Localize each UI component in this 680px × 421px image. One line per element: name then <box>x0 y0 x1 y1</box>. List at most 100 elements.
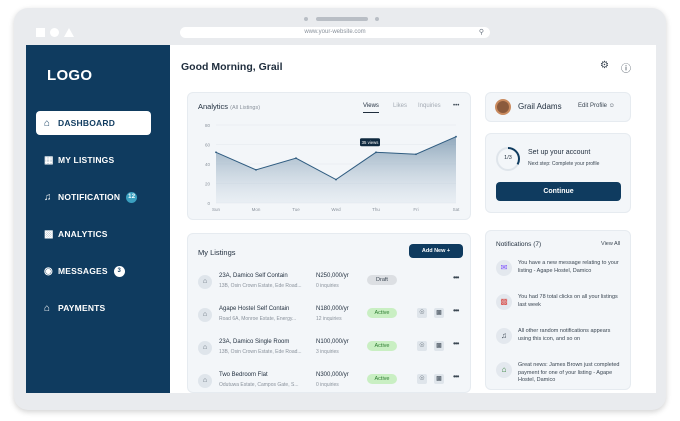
sidebar-item-my-listings[interactable]: ▦ MY LISTINGS <box>36 148 151 172</box>
notification-text: You had 78 total clicks on all your list… <box>518 294 618 308</box>
stats-icon[interactable]: ▩ <box>434 341 444 351</box>
url-text: www.your-website.com <box>304 29 366 35</box>
logo[interactable]: LOGO <box>47 67 92 84</box>
address-bar[interactable]: www.your-website.com ⚲ <box>180 27 490 38</box>
setup-progress-text: 1/3 <box>504 155 512 161</box>
help-icon[interactable]: ⓘ <box>621 60 631 75</box>
sidebar-item-label: NOTIFICATION <box>58 192 121 202</box>
table-row[interactable]: ⌂ 23A, Damico Self Contain 13B, Osin Cro… <box>198 270 463 298</box>
listing-name: 23A, Damico Single Room <box>219 339 290 345</box>
bank-icon: ⌂ <box>44 302 51 314</box>
status-badge: Active <box>367 308 397 318</box>
window-square-icon[interactable] <box>36 28 45 37</box>
sidebar-item-label: DASHBOARD <box>58 118 116 128</box>
my-listings-title: My Listings <box>198 248 236 257</box>
search-icon[interactable]: ⚲ <box>479 27 484 38</box>
avatar[interactable] <box>495 99 511 115</box>
x-tick-label: Wed <box>331 207 341 212</box>
table-row[interactable]: ⌂ Two Bedroom Flat Odutuwa Estate, Campo… <box>198 369 463 393</box>
listing-inquiries: 3 inquiries <box>316 349 339 355</box>
messages-count-badge: 3 <box>113 265 125 277</box>
status-badge: Active <box>367 341 397 351</box>
listing-name: 23A, Damico Self Contain <box>219 273 288 279</box>
tab-inquiries[interactable]: Inquiries <box>418 103 441 109</box>
chat-icon: ◉ <box>44 265 53 277</box>
listing-inquiries: 12 inquiries <box>316 316 342 322</box>
listing-price: N180,000/yr <box>316 306 349 312</box>
list-item[interactable]: ♫ All other random notifications appears… <box>496 326 621 360</box>
analytics-card: Analytics (All Listings) Views Likes Inq… <box>187 92 471 220</box>
status-badge: Draft <box>367 275 397 285</box>
listing-price: N300,000/yr <box>316 372 349 378</box>
notifications-title: Notifications (7) <box>496 241 542 248</box>
sidebar-item-dashboard[interactable]: ⌂ DASHBOARD <box>36 111 151 135</box>
data-point <box>255 168 257 171</box>
row-more-button[interactable]: ••• <box>453 372 459 381</box>
speaker-pill <box>316 17 368 21</box>
eye-icon[interactable]: ☉ <box>417 374 427 384</box>
notifications-card: Notifications (7) View All ✉ You have a … <box>485 230 631 390</box>
row-more-button[interactable]: ••• <box>453 273 459 282</box>
analytics-more-button[interactable]: ••• <box>453 103 459 109</box>
view-all-link[interactable]: View All <box>601 241 620 247</box>
bar-chart-icon: ▩ <box>44 228 54 240</box>
user-icon: ☺ <box>608 103 615 109</box>
list-item[interactable]: ✉ You have a new message relating to you… <box>496 258 621 292</box>
table-row[interactable]: ⌂ 23A, Damico Single Room 13B, Osin Crow… <box>198 336 463 364</box>
edit-profile-label: Edit Profile <box>578 103 608 109</box>
eye-icon[interactable]: ☉ <box>417 308 427 318</box>
house-icon: ⌂ <box>198 374 212 388</box>
data-point <box>295 157 297 160</box>
camera-dot <box>304 17 308 21</box>
notification-text: Great news: James Brown just completed p… <box>518 362 620 383</box>
listing-inquiries: 0 inquiries <box>316 283 339 289</box>
row-more-button[interactable]: ••• <box>453 306 459 315</box>
stats-icon[interactable]: ▩ <box>434 308 444 318</box>
list-item[interactable]: ▩ You had 78 total clicks on all your li… <box>496 292 621 326</box>
add-new-button[interactable]: Add New + <box>409 244 463 258</box>
sidebar-item-analytics[interactable]: ▩ ANALYTICS <box>36 222 151 246</box>
list-item[interactable]: ⌂ Great news: James Brown just completed… <box>496 360 621 393</box>
buildings-icon: ▦ <box>44 154 54 166</box>
notification-text: You have a new message relating to your … <box>518 260 619 274</box>
x-tick-label: Sun <box>212 207 221 212</box>
stats-icon[interactable]: ▩ <box>434 374 444 384</box>
series-area <box>216 136 456 203</box>
analytics-subtitle: (All Listings) <box>230 105 261 111</box>
sidebar-item-notification[interactable]: ♫ NOTIFICATION 12 <box>36 185 151 209</box>
sidebar-item-label: MESSAGES <box>58 266 108 276</box>
tab-views[interactable]: Views <box>363 103 379 113</box>
eye-icon[interactable]: ☉ <box>417 341 427 351</box>
main-content: Good Morning, Grail ⚙ ⓘ Analytics (All L… <box>170 45 656 393</box>
sidebar-item-label: ANALYTICS <box>58 229 108 239</box>
notification-text: All other random notifications appears u… <box>518 328 611 342</box>
sensor-dot <box>375 17 379 21</box>
x-tick-label: Fri <box>413 207 418 212</box>
bell-icon: ♫ <box>496 328 512 344</box>
tab-likes[interactable]: Likes <box>393 103 407 109</box>
gear-icon[interactable]: ⚙ <box>600 60 609 71</box>
chart-icon: ▩ <box>496 294 512 310</box>
continue-button[interactable]: Continue <box>496 182 621 201</box>
data-point <box>455 135 457 138</box>
page-title: Good Morning, Grail <box>181 61 283 73</box>
window-triangle-icon[interactable] <box>64 28 74 37</box>
y-tick-label: 60 <box>205 142 211 147</box>
edit-profile-link[interactable]: Edit Profile ☺ <box>578 103 615 109</box>
data-point <box>375 151 377 154</box>
message-icon: ✉ <box>496 260 512 276</box>
row-more-button[interactable]: ••• <box>453 339 459 348</box>
data-point <box>415 153 417 156</box>
listing-price: N100,000/yr <box>316 339 349 345</box>
table-row[interactable]: ⌂ Agape Hostel Self Contain Road 6A, Mon… <box>198 303 463 331</box>
data-point <box>215 151 217 154</box>
x-tick-label: Tue <box>292 207 300 212</box>
listing-price: N250,000/yr <box>316 273 349 279</box>
x-tick-label: Thu <box>372 207 380 212</box>
y-tick-label: 0 <box>207 201 210 206</box>
sidebar-item-messages[interactable]: ◉ MESSAGES 3 <box>36 259 151 283</box>
sidebar-item-payments[interactable]: ⌂ PAYMENTS <box>36 296 151 320</box>
window-circle-icon[interactable] <box>50 28 59 37</box>
data-point <box>335 178 337 181</box>
my-listings-card: My Listings Add New + ⌂ 23A, Damico Self… <box>187 233 471 393</box>
